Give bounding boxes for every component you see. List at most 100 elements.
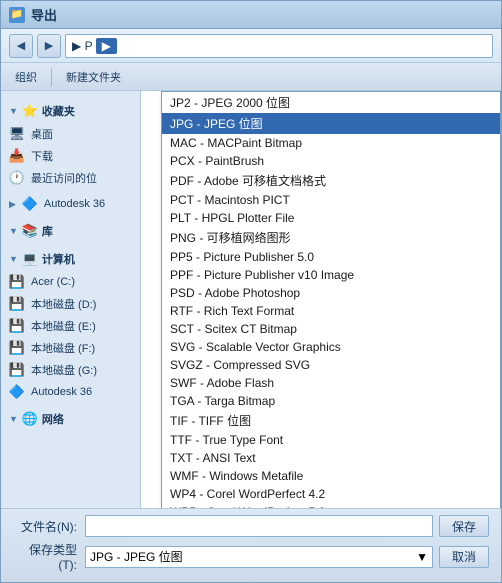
sidebar-item-desktop[interactable]: 🖥 桌面 bbox=[1, 123, 140, 145]
filetype-dropdown-arrow: ▼ bbox=[416, 550, 428, 564]
sidebar-item-downloads[interactable]: 📥 下载 bbox=[1, 145, 140, 167]
sidebar-computer-section: ▼ 💻 计算机 💾 Acer (C:) 💾 本地磁盘 (D:) 💾 本地磁盘 (… bbox=[1, 247, 140, 403]
dropdown-item-3[interactable]: PCX - PaintBrush bbox=[162, 152, 500, 170]
recent-icon: 🕐 bbox=[9, 170, 25, 186]
sidebar-item-g[interactable]: 💾 本地磁盘 (G:) bbox=[1, 359, 140, 381]
autodesk-icon: 🔷 bbox=[22, 196, 38, 212]
filetype-select[interactable]: JPG - JPEG 位图 ▼ bbox=[85, 546, 433, 568]
drive-c-icon: 💾 bbox=[9, 274, 25, 290]
dropdown-item-13[interactable]: SVG - Scalable Vector Graphics bbox=[162, 338, 500, 356]
drive-g-icon: 💾 bbox=[9, 362, 25, 378]
window-title: 导出 bbox=[31, 5, 57, 24]
sidebar-item-recent[interactable]: 🕐 最近访问的位 bbox=[1, 167, 140, 189]
address-path: ▶ P ▶ bbox=[72, 39, 117, 53]
dropdown-item-20[interactable]: WMF - Windows Metafile bbox=[162, 467, 500, 485]
back-icon: ◀ bbox=[17, 39, 25, 52]
sidebar-item-f[interactable]: 💾 本地磁盘 (F:) bbox=[1, 337, 140, 359]
computer-label: 计算机 bbox=[42, 251, 75, 267]
autodesk2-label: Autodesk 36 bbox=[31, 386, 92, 398]
dropdown-item-12[interactable]: SCT - Scitex CT Bitmap bbox=[162, 320, 500, 338]
cancel-button[interactable]: 取消 bbox=[439, 546, 489, 568]
dropdown-item-11[interactable]: RTF - Rich Text Format bbox=[162, 302, 500, 320]
dropdown-item-4[interactable]: PDF - Adobe 可移植文档格式 bbox=[162, 170, 500, 191]
back-button[interactable]: ◀ bbox=[9, 34, 33, 58]
export-window: 📁 导出 ◀ ▶ ▶ P ▶ 组织 新建文件夹 ▼ ⭐ bbox=[0, 0, 502, 583]
favorites-label: 收藏夹 bbox=[42, 103, 75, 119]
downloads-icon: 📥 bbox=[9, 148, 25, 164]
drive-f-label: 本地磁盘 (F:) bbox=[31, 340, 95, 356]
dropdown-item-14[interactable]: SVGZ - Compressed SVG bbox=[162, 356, 500, 374]
dropdown-item-2[interactable]: MAC - MACPaint Bitmap bbox=[162, 134, 500, 152]
sidebar-item-autodesk2[interactable]: 🔷 Autodesk 36 bbox=[1, 381, 140, 403]
nav-toolbar: ◀ ▶ ▶ P ▶ bbox=[1, 29, 501, 63]
dropdown-item-10[interactable]: PSD - Adobe Photoshop bbox=[162, 284, 500, 302]
library-chevron: ▼ bbox=[9, 226, 18, 236]
autodesk2-icon: 🔷 bbox=[9, 384, 25, 400]
network-icon: 🌐 bbox=[22, 411, 38, 427]
dropdown-item-16[interactable]: TGA - Targa Bitmap bbox=[162, 392, 500, 410]
address-bar[interactable]: ▶ P ▶ bbox=[65, 34, 493, 58]
sidebar-network-header[interactable]: ▼ 🌐 网络 bbox=[1, 407, 140, 431]
network-label: 网络 bbox=[42, 411, 64, 427]
filetype-label: 保存类型(T): bbox=[13, 541, 85, 572]
computer-icon: 💻 bbox=[22, 251, 38, 267]
dropdown-item-6[interactable]: PLT - HPGL Plotter File bbox=[162, 209, 500, 227]
forward-button[interactable]: ▶ bbox=[37, 34, 61, 58]
computer-chevron: ▼ bbox=[9, 254, 18, 264]
file-type-dropdown[interactable]: JP2 - JPEG 2000 位图JPG - JPEG 位图MAC - MAC… bbox=[161, 91, 501, 508]
dropdown-item-0[interactable]: JP2 - JPEG 2000 位图 bbox=[162, 92, 500, 113]
drive-c-label: Acer (C:) bbox=[31, 276, 75, 288]
content-area: JP2 - JPEG 2000 位图JPG - JPEG 位图MAC - MAC… bbox=[141, 91, 501, 508]
desktop-icon: 🖥 bbox=[9, 126, 25, 142]
drive-d-icon: 💾 bbox=[9, 296, 25, 312]
drive-f-icon: 💾 bbox=[9, 340, 25, 356]
favorites-chevron: ▼ bbox=[9, 106, 18, 116]
sidebar-item-autodesk[interactable]: ▶ 🔷 Autodesk 36 bbox=[1, 193, 140, 215]
dropdown-item-22[interactable]: WP5 - Corel WordPerfect 5.0 bbox=[162, 503, 500, 508]
sidebar: ▼ ⭐ 收藏夹 🖥 桌面 📥 下载 🕐 最近访问的位 bbox=[1, 91, 141, 508]
dropdown-item-7[interactable]: PNG - 可移植网络图形 bbox=[162, 227, 500, 248]
sidebar-computer-header[interactable]: ▼ 💻 计算机 bbox=[1, 247, 140, 271]
dropdown-item-8[interactable]: PP5 - Picture Publisher 5.0 bbox=[162, 248, 500, 266]
save-button[interactable]: 保存 bbox=[439, 515, 489, 537]
drive-e-label: 本地磁盘 (E:) bbox=[31, 318, 96, 334]
drive-e-icon: 💾 bbox=[9, 318, 25, 334]
sidebar-favorites-header[interactable]: ▼ ⭐ 收藏夹 bbox=[1, 99, 140, 123]
network-chevron: ▼ bbox=[9, 414, 18, 424]
sidebar-library-section: ▼ 📚 库 bbox=[1, 219, 140, 243]
filetype-row: 保存类型(T): JPG - JPEG 位图 ▼ 取消 bbox=[13, 541, 489, 572]
dropdown-item-21[interactable]: WP4 - Corel WordPerfect 4.2 bbox=[162, 485, 500, 503]
toolbar-separator bbox=[51, 68, 52, 86]
dropdown-item-1[interactable]: JPG - JPEG 位图 bbox=[162, 113, 500, 134]
dropdown-item-19[interactable]: TXT - ANSI Text bbox=[162, 449, 500, 467]
sidebar-autodesk-section: ▶ 🔷 Autodesk 36 bbox=[1, 193, 140, 215]
filename-label: 文件名(N): bbox=[13, 518, 85, 535]
filename-row: 文件名(N): 保存 bbox=[13, 515, 489, 537]
sidebar-item-c[interactable]: 💾 Acer (C:) bbox=[1, 271, 140, 293]
sidebar-item-d[interactable]: 💾 本地磁盘 (D:) bbox=[1, 293, 140, 315]
filetype-value: JPG - JPEG 位图 bbox=[90, 548, 183, 565]
dropdown-item-9[interactable]: PPF - Picture Publisher v10 Image bbox=[162, 266, 500, 284]
desktop-label: 桌面 bbox=[31, 126, 53, 142]
titlebar: 📁 导出 bbox=[1, 1, 501, 29]
recent-label: 最近访问的位 bbox=[31, 170, 97, 186]
sidebar-item-e[interactable]: 💾 本地磁盘 (E:) bbox=[1, 315, 140, 337]
bottom-bar: 文件名(N): 保存 保存类型(T): JPG - JPEG 位图 ▼ 取消 bbox=[1, 508, 501, 582]
dropdown-item-5[interactable]: PCT - Macintosh PICT bbox=[162, 191, 500, 209]
new-folder-button[interactable]: 新建文件夹 bbox=[60, 67, 127, 87]
filename-input[interactable] bbox=[85, 515, 433, 537]
autodesk-label: Autodesk 36 bbox=[44, 198, 105, 210]
dropdown-item-17[interactable]: TIF - TIFF 位图 bbox=[162, 410, 500, 431]
organize-button[interactable]: 组织 bbox=[9, 67, 43, 87]
main-content: ▼ ⭐ 收藏夹 🖥 桌面 📥 下载 🕐 最近访问的位 bbox=[1, 91, 501, 508]
dropdown-item-18[interactable]: TTF - True Type Font bbox=[162, 431, 500, 449]
downloads-label: 下载 bbox=[31, 148, 53, 164]
library-label: 库 bbox=[42, 223, 53, 239]
sidebar-library-header[interactable]: ▼ 📚 库 bbox=[1, 219, 140, 243]
dropdown-item-15[interactable]: SWF - Adobe Flash bbox=[162, 374, 500, 392]
favorites-icon: ⭐ bbox=[22, 103, 38, 119]
library-icon: 📚 bbox=[22, 223, 38, 239]
window-icon: 📁 bbox=[9, 7, 25, 23]
drive-g-label: 本地磁盘 (G:) bbox=[31, 362, 97, 378]
action-toolbar: 组织 新建文件夹 bbox=[1, 63, 501, 91]
